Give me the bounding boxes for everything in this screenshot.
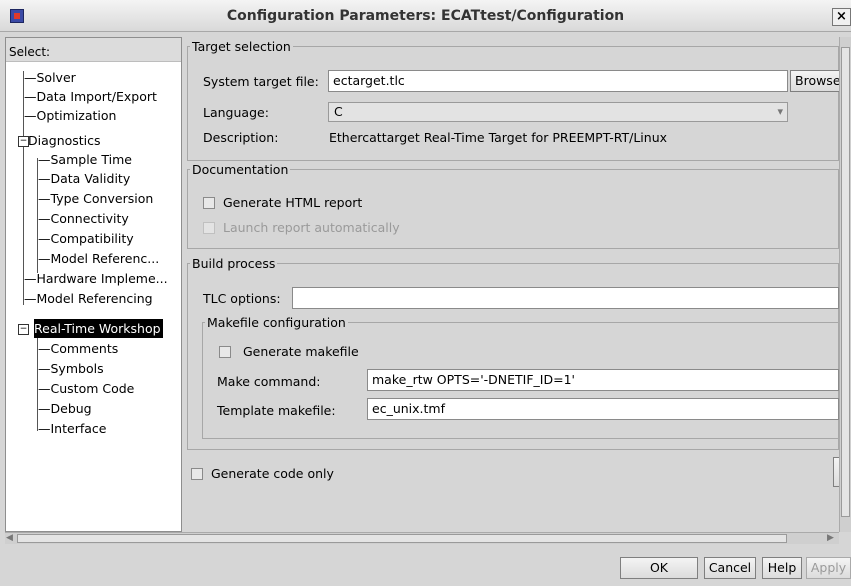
generate-html-checkbox[interactable] <box>203 197 215 209</box>
tree-item-symbols[interactable]: —Symbols <box>38 359 104 378</box>
generate-makefile-checkbox[interactable] <box>219 346 231 358</box>
tree-item-data-import-export[interactable]: —Data Import/Export <box>24 87 157 106</box>
tree-item-data-validity[interactable]: —Data Validity <box>38 169 130 188</box>
system-target-input[interactable]: ectarget.tlc <box>328 70 788 92</box>
launch-report-checkbox <box>203 222 215 234</box>
generate-code-only-checkbox[interactable] <box>191 468 203 480</box>
tree-item-compatibility[interactable]: —Compatibility <box>38 229 134 248</box>
tlc-options-input[interactable] <box>292 287 839 309</box>
tree-item-optimization[interactable]: —Optimization <box>24 106 116 125</box>
settings-panel: Target selection System target file: ect… <box>186 37 842 532</box>
tree-item-solver[interactable]: —Solver <box>24 68 76 87</box>
tree-item-connectivity[interactable]: —Connectivity <box>38 209 129 228</box>
target-selection-legend: Target selection <box>192 39 291 54</box>
cancel-button[interactable]: Cancel <box>704 557 756 579</box>
window-title: Configuration Parameters: ECATtest/Confi… <box>226 8 625 24</box>
tree-header: Select: <box>6 38 181 62</box>
close-button[interactable]: × <box>832 8 851 26</box>
template-makefile-input[interactable]: ec_unix.tmf <box>367 398 839 420</box>
tree-item-hardware-implementation[interactable]: —Hardware Impleme... <box>24 269 168 288</box>
tree-item-model-referencing[interactable]: —Model Referencing <box>24 289 153 308</box>
horizontal-scroll-thumb[interactable] <box>17 534 787 543</box>
tree-item-interface[interactable]: —Interface <box>38 419 106 438</box>
scroll-right-icon[interactable]: ▶ <box>827 533 834 543</box>
system-target-label: System target file: <box>203 74 319 89</box>
description-value: Ethercattarget Real-Time Target for PREE… <box>329 130 668 145</box>
make-command-input[interactable]: make_rtw OPTS='-DNETIF_ID=1' <box>367 369 839 391</box>
tree-item-real-time-workshop[interactable]: Real-Time Workshop <box>34 319 163 338</box>
scroll-left-icon[interactable]: ◀ <box>6 533 13 543</box>
ok-button[interactable]: OK <box>620 557 698 579</box>
category-tree: Select: —Solver —Data Import/Export —Opt… <box>5 37 182 532</box>
apply-button: Apply <box>806 557 851 579</box>
tree-item-type-conversion[interactable]: —Type Conversion <box>38 189 153 208</box>
generate-code-only-label: Generate code only <box>211 466 334 481</box>
rtw-expander[interactable]: − <box>18 324 29 335</box>
help-button[interactable]: Help <box>762 557 802 579</box>
description-label: Description: <box>203 130 279 145</box>
tree-item-comments[interactable]: —Comments <box>38 339 118 358</box>
tree-item-model-referencing-diag[interactable]: —Model Referenc... <box>38 249 159 268</box>
generate-makefile-label: Generate makefile <box>243 344 359 359</box>
dropdown-arrow-icon: ▾ <box>777 105 783 118</box>
browse-button[interactable]: Browse <box>790 70 842 92</box>
tree-item-sample-time[interactable]: —Sample Time <box>38 150 132 169</box>
launch-report-label: Launch report automatically <box>223 220 400 235</box>
title-bar: Configuration Parameters: ECATtest/Confi… <box>0 0 851 32</box>
documentation-legend: Documentation <box>192 162 289 177</box>
tlc-options-label: TLC options: <box>203 291 281 306</box>
build-process-legend: Build process <box>192 256 276 271</box>
tree-item-debug[interactable]: —Debug <box>38 399 92 418</box>
makefile-config-legend: Makefile configuration <box>207 315 346 330</box>
tree-item-diagnostics[interactable]: Diagnostics <box>28 131 101 150</box>
generate-html-label: Generate HTML report <box>223 195 363 210</box>
template-makefile-label: Template makefile: <box>217 403 336 418</box>
language-label: Language: <box>203 105 269 120</box>
language-value: C <box>334 104 343 119</box>
make-command-label: Make command: <box>217 374 321 389</box>
language-select[interactable]: C ▾ <box>328 102 788 122</box>
vertical-scrollbar[interactable] <box>839 37 851 532</box>
vertical-scroll-thumb[interactable] <box>841 47 850 517</box>
horizontal-scrollbar[interactable]: ◀ ▶ <box>5 532 839 544</box>
tree-item-custom-code[interactable]: —Custom Code <box>38 379 134 398</box>
